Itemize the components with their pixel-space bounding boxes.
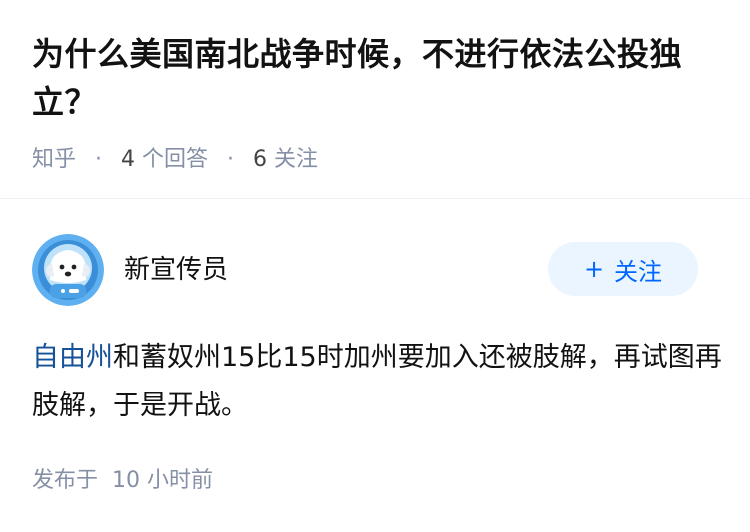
meta-separator: · <box>227 147 235 172</box>
answer-count-link[interactable]: 4 个回答 <box>121 147 208 172</box>
answer-page: 为什么美国南北战争时候，不进行依法公投独立？ 知乎 · 4 个回答 · 6 关注 <box>0 0 750 532</box>
follow-button[interactable]: + 关注 <box>548 242 698 296</box>
answer-content: 自由州和蓄奴州15比15时加州要加入还被肢解，再试图再肢解，于是开战。 <box>32 334 722 430</box>
follower-count-label: 关注 <box>274 147 319 172</box>
answer-count: 4 <box>121 147 136 172</box>
astronaut-dog-avatar-icon <box>32 234 104 306</box>
follow-label: 关注 <box>614 257 663 286</box>
meta-separator: · <box>95 147 103 172</box>
answer-keyword-link[interactable]: 自由州 <box>32 342 113 373</box>
plus-icon: + <box>583 255 605 283</box>
question-meta: 知乎 · 4 个回答 · 6 关注 <box>32 146 318 174</box>
answer-count-label: 个回答 <box>142 147 209 172</box>
author-row: 新宣传员 + 关注 <box>32 234 698 306</box>
published-label: 发布于 <box>32 468 99 493</box>
author-name[interactable]: 新宣传员 <box>124 254 228 286</box>
question-header: 为什么美国南北战争时候，不进行依法公投独立？ <box>32 30 722 126</box>
published-time: 10 小时前 <box>112 468 214 493</box>
follower-count: 6 <box>253 147 268 172</box>
question-title[interactable]: 为什么美国南北战争时候，不进行依法公投独立？ <box>32 30 722 126</box>
section-divider <box>0 198 750 199</box>
publish-info: 发布于 10 小时前 <box>32 466 213 496</box>
avatar[interactable] <box>32 234 104 306</box>
source-label: 知乎 <box>32 147 77 172</box>
follower-count-link[interactable]: 6 关注 <box>253 147 318 172</box>
answer-text: 和蓄奴州15比15时加州要加入还被肢解，再试图再肢解，于是开战。 <box>32 342 722 421</box>
